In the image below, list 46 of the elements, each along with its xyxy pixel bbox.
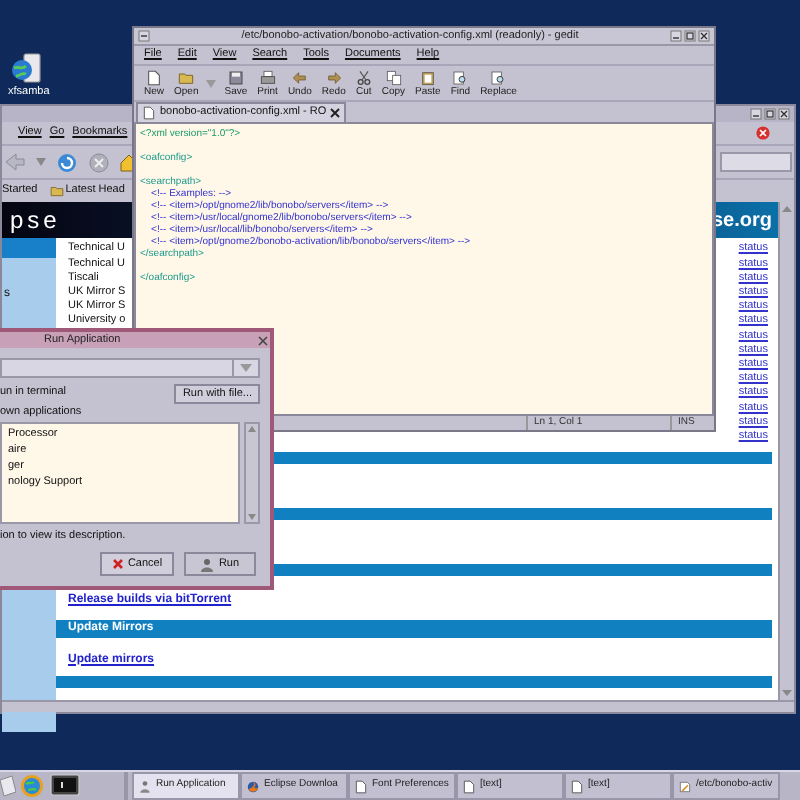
minimize-icon[interactable] [670,30,682,42]
search-icon [452,69,469,85]
person-icon [138,779,152,793]
folder-icon [178,69,195,85]
search-icon [490,69,507,85]
terminal-icon[interactable] [50,774,80,798]
folder-icon [49,184,64,198]
stop-sign-icon [756,126,770,140]
window-menu-icon[interactable] [138,30,150,42]
right-arrow-icon [325,69,342,85]
dropdown-arrow-icon[interactable] [36,158,46,166]
banner-text: pse [8,204,61,238]
pen-page-icon [678,779,692,793]
close-icon[interactable] [778,108,790,120]
globe-icon [246,779,260,793]
left-arrow-icon [291,69,308,85]
page-icon [354,779,368,793]
clipboard-icon [419,69,436,85]
address-field[interactable] [720,152,792,172]
command-combo[interactable] [0,358,260,378]
scrollbar[interactable] [244,422,260,524]
maximize-icon[interactable] [764,108,776,120]
x-icon [111,558,124,570]
maximize-icon[interactable] [684,30,696,42]
page-icon [462,779,476,793]
back-arrow-icon[interactable] [4,152,26,172]
scissors-icon [355,69,372,85]
down-arrow-icon[interactable] [246,510,258,522]
down-arrow-icon[interactable] [780,686,794,700]
dropdown-arrow-icon[interactable] [236,360,256,376]
copy-icon [385,69,402,85]
close-icon[interactable] [698,30,710,42]
minimize-icon[interactable] [750,108,762,120]
paper-icon[interactable] [0,774,16,798]
up-arrow-icon[interactable] [780,202,794,216]
scrollbar[interactable] [778,202,794,700]
printer-icon [259,69,276,85]
close-icon[interactable] [330,108,341,118]
stop-icon[interactable] [88,151,110,173]
dropdown-arrow-icon[interactable] [206,79,217,87]
up-arrow-icon[interactable] [246,424,258,436]
reload-icon[interactable] [56,151,78,173]
globe-icon[interactable] [20,774,44,798]
page-icon [570,779,584,793]
page-icon [146,69,162,85]
person-icon [200,557,215,571]
